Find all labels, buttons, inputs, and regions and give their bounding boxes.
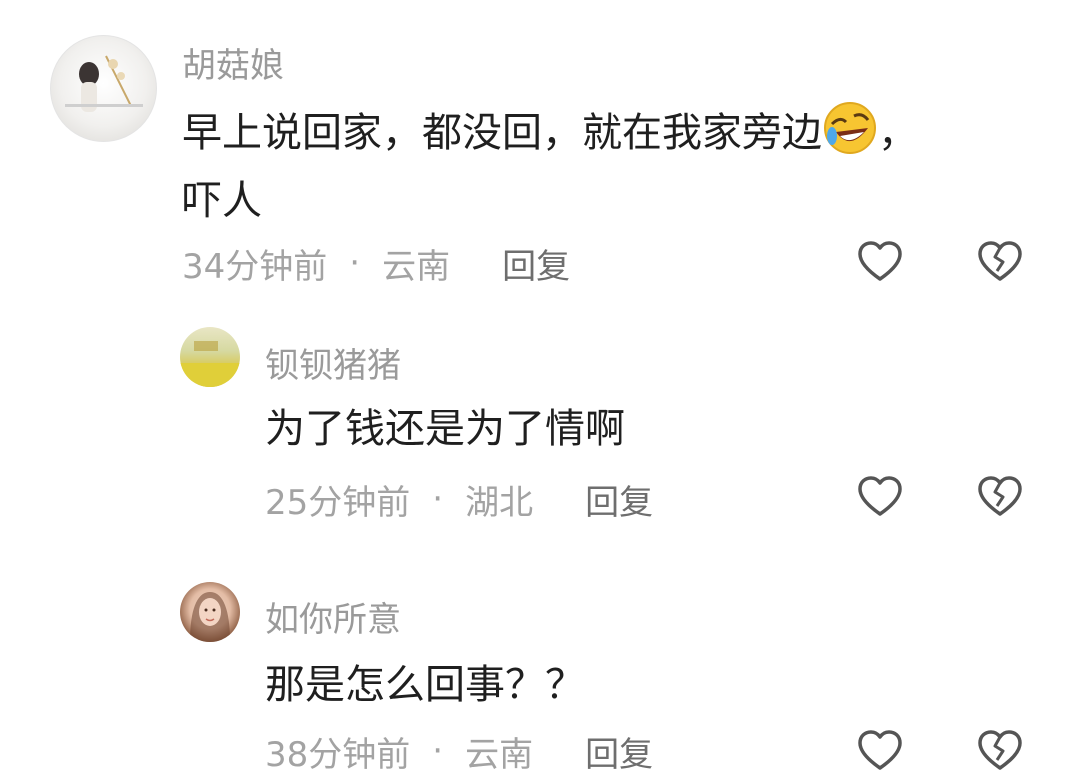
dislike-button[interactable] [975, 726, 1025, 776]
reply-button[interactable]: 回复 [585, 727, 653, 776]
like-button[interactable] [855, 472, 905, 522]
comment-text: 那是怎么回事？？ [265, 662, 585, 708]
meta-separator: · [432, 479, 444, 519]
location: 云南 [382, 246, 451, 287]
broken-heart-outline-icon [978, 241, 1022, 281]
username[interactable]: 胡菇娘 [182, 38, 284, 87]
heart-outline-icon [858, 241, 902, 281]
avatar[interactable] [180, 327, 240, 387]
comment-item: 胡菇娘 早上说回家，都没回，就在我家旁边 ， 吓人 34分钟前 · 云南 回复 [0, 0, 1080, 300]
location: 云南 [465, 734, 534, 775]
comment-text-part: ， [878, 110, 918, 156]
comment-text: 早上说回家，都没回，就在我家旁边 ， 吓人 [182, 100, 1032, 230]
avatar[interactable] [50, 35, 157, 142]
comment-meta: 38分钟前 · 云南 回复 [265, 727, 653, 776]
meta-separator: · [432, 731, 444, 771]
avatar-image [65, 55, 143, 112]
comment-text: 为了钱还是为了情啊 [265, 406, 625, 452]
dislike-button[interactable] [975, 237, 1025, 287]
dislike-button[interactable] [975, 472, 1025, 522]
heart-outline-icon [858, 730, 902, 770]
avatar[interactable] [180, 582, 240, 642]
avatar-image [190, 592, 230, 642]
reply-comment-item: 钡钡猪猪 为了钱还是为了情啊 25分钟前 · 湖北 回复 [0, 300, 1080, 560]
reply-button[interactable]: 回复 [585, 475, 653, 524]
avatar-image [180, 341, 240, 387]
location: 湖北 [465, 482, 534, 523]
comment-text-line: 吓人 [182, 178, 262, 224]
reply-button[interactable]: 回复 [502, 239, 570, 288]
like-button[interactable] [855, 726, 905, 776]
comment-meta: 34分钟前 · 云南 回复 [182, 239, 570, 288]
timestamp: 25分钟前 [265, 482, 411, 523]
reply-comment-item: 如你所意 那是怎么回事？？ 38分钟前 · 云南 回复 [0, 560, 1080, 775]
heart-outline-icon [858, 476, 902, 516]
broken-heart-outline-icon [978, 730, 1022, 770]
broken-heart-outline-icon [978, 476, 1022, 516]
laughing-emoji-icon [822, 100, 878, 172]
meta-separator: · [349, 243, 361, 283]
like-button[interactable] [855, 237, 905, 287]
comment-text-part: 早上说回家，都没回，就在我家旁边 [182, 110, 822, 156]
timestamp: 38分钟前 [265, 734, 411, 775]
comment-meta: 25分钟前 · 湖北 回复 [265, 475, 653, 524]
username[interactable]: 钡钡猪猪 [265, 338, 401, 387]
username[interactable]: 如你所意 [265, 592, 401, 641]
timestamp: 34分钟前 [182, 246, 328, 287]
